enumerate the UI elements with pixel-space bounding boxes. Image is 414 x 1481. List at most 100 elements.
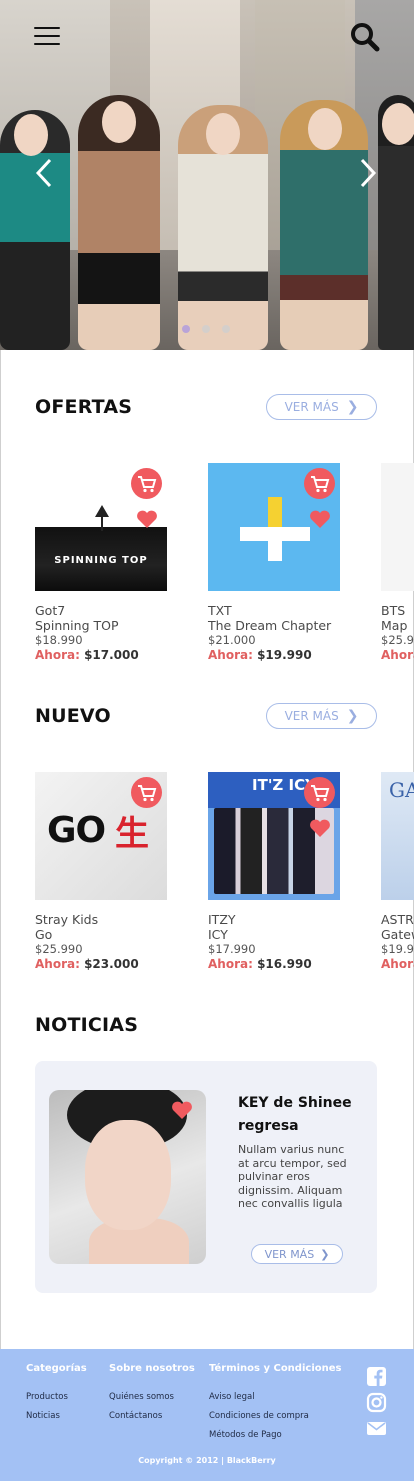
- product-card[interactable]: BTS Map $25.9 Ahora: [381, 463, 414, 663]
- cart-icon: [137, 475, 156, 492]
- nuevo-ver-mas-button[interactable]: VER MÁS ❯: [266, 703, 377, 729]
- product-artist: TXT: [208, 603, 232, 618]
- product-sale: Ahora: $23.000: [35, 957, 167, 972]
- ofertas-product-list[interactable]: SPINNING TOP Got7 Spinning TOP $18.990 A…: [0, 463, 414, 693]
- news-card[interactable]: KEY de Shinee regresa Nullam varius nunc…: [35, 1061, 377, 1293]
- product-card[interactable]: GO 生 Stray Kids Go $25.990 Ahora: $23.00…: [35, 772, 167, 972]
- cart-icon: [310, 784, 329, 801]
- mail-icon[interactable]: [366, 1418, 387, 1439]
- footer-column-sobre-nosotros: Sobre nosotros Quiénes somos Contáctanos: [109, 1363, 195, 1426]
- carousel-dot[interactable]: [182, 325, 190, 333]
- instagram-icon[interactable]: [366, 1392, 387, 1413]
- footer-heading: Términos y Condiciones: [209, 1363, 342, 1374]
- product-sale: Ahora: $16.990: [208, 957, 340, 972]
- product-sale: Ahora: $19.990: [208, 648, 340, 663]
- product-card[interactable]: TXT The Dream Chapter $21.000 Ahora: $19…: [208, 463, 340, 663]
- product-price: $18.990: [35, 633, 83, 647]
- sale-label: Ahora:: [208, 957, 253, 971]
- carousel-next-arrow-icon[interactable]: [356, 156, 380, 190]
- add-to-cart-button[interactable]: [131, 777, 162, 808]
- carousel-dot[interactable]: [222, 325, 230, 333]
- hero-photo-person: [280, 100, 368, 350]
- ver-mas-label: VER MÁS: [264, 1247, 315, 1261]
- chevron-right-icon: ❯: [320, 1247, 330, 1261]
- product-price: $21.000: [208, 633, 256, 647]
- sale-price: $17.000: [84, 648, 139, 662]
- hero-carousel[interactable]: [0, 0, 414, 350]
- sale-label: Ahora:: [208, 648, 253, 662]
- hamburger-menu-icon[interactable]: [34, 27, 60, 47]
- add-to-cart-button[interactable]: [304, 777, 335, 808]
- cover-symbol: 生: [115, 814, 149, 854]
- product-album: Spinning TOP: [35, 618, 119, 633]
- section-title-noticias: NOTICIAS: [35, 1014, 139, 1036]
- product-card[interactable]: GA ASTRO Gatew $19.99 Ahora: [381, 772, 414, 972]
- product-info: ITZY ICY $17.990 Ahora: $16.990: [208, 912, 340, 972]
- facebook-icon[interactable]: [366, 1366, 387, 1387]
- hero-photo-person: [78, 95, 160, 350]
- favorite-heart-icon[interactable]: [309, 509, 331, 529]
- chevron-right-icon: ❯: [346, 708, 359, 724]
- product-card[interactable]: IT'Z ICY ITZY ICY $17.990 Ahora: $16.990: [208, 772, 340, 972]
- album-cover[interactable]: SPINNING TOP: [35, 463, 167, 591]
- sale-label: Ahora:: [35, 648, 80, 662]
- product-info: Got7 Spinning TOP $18.990 Ahora: $17.000: [35, 603, 167, 663]
- product-info: ASTRO Gatew $19.99 Ahora: [381, 912, 414, 972]
- add-to-cart-button[interactable]: [131, 468, 162, 499]
- footer: Categorías Productos Noticias Sobre noso…: [0, 1349, 414, 1481]
- footer-link-condiciones-compra[interactable]: Condiciones de compra: [209, 1407, 341, 1426]
- section-title-nuevo: NUEVO: [35, 705, 111, 727]
- product-card[interactable]: SPINNING TOP Got7 Spinning TOP $18.990 A…: [35, 463, 167, 663]
- news-ver-mas-button[interactable]: VER MÁS ❯: [251, 1244, 343, 1264]
- copyright-text: Copyright © 2012 | BlackBerry: [138, 1456, 276, 1465]
- carousel-dot[interactable]: [202, 325, 210, 333]
- product-album: Map: [381, 618, 408, 633]
- footer-link-contactanos[interactable]: Contáctanos: [109, 1407, 195, 1426]
- product-album: Go: [35, 927, 53, 942]
- album-cover[interactable]: [208, 463, 340, 591]
- product-info: Stray Kids Go $25.990 Ahora: $23.000: [35, 912, 167, 972]
- cover-shape: [268, 497, 282, 527]
- cart-icon: [137, 784, 156, 801]
- album-cover[interactable]: GO 生: [35, 772, 167, 900]
- search-icon[interactable]: [350, 22, 380, 52]
- product-album: Gatew: [381, 927, 414, 942]
- favorite-heart-icon[interactable]: [309, 818, 331, 838]
- favorite-heart-icon[interactable]: [136, 509, 158, 529]
- favorite-heart-icon[interactable]: [171, 1100, 193, 1120]
- product-info: BTS Map $25.9 Ahora: [381, 603, 414, 663]
- product-artist: Got7: [35, 603, 66, 618]
- hero-photo-person: [378, 95, 414, 350]
- product-sale: Ahora: [381, 957, 414, 972]
- sale-price: $19.990: [257, 648, 312, 662]
- product-album: The Dream Chapter: [208, 618, 332, 633]
- footer-heading: Categorías: [26, 1363, 87, 1374]
- sale-label: Ahora:: [35, 957, 80, 971]
- news-image[interactable]: [49, 1090, 206, 1264]
- carousel-prev-arrow-icon[interactable]: [32, 156, 56, 190]
- nuevo-product-list[interactable]: GO 生 Stray Kids Go $25.990 Ahora: $23.00…: [0, 772, 414, 1002]
- add-to-cart-button[interactable]: [304, 468, 335, 499]
- cover-text: GO: [47, 810, 106, 851]
- product-artist: Stray Kids: [35, 912, 99, 927]
- footer-link-aviso-legal[interactable]: Aviso legal: [209, 1388, 341, 1407]
- sale-label: Ahora: [381, 957, 414, 971]
- footer-link-metodos-pago[interactable]: Métodos de Pago: [209, 1426, 341, 1445]
- album-cover[interactable]: GA: [381, 772, 414, 900]
- album-cover[interactable]: [381, 463, 414, 591]
- album-cover[interactable]: IT'Z ICY: [208, 772, 340, 900]
- carousel-dots: [182, 325, 230, 333]
- news-body: Nullam varius nunc at arcu tempor, sed p…: [238, 1143, 347, 1210]
- cover-text: GA: [389, 778, 414, 802]
- ofertas-ver-mas-button[interactable]: VER MÁS ❯: [266, 394, 377, 420]
- footer-link-noticias[interactable]: Noticias: [26, 1407, 87, 1426]
- footer-link-quienes-somos[interactable]: Quiénes somos: [109, 1388, 195, 1407]
- hero-photo-person: [0, 110, 70, 350]
- product-sale: Ahora: [381, 648, 414, 663]
- sale-price: $23.000: [84, 957, 139, 971]
- footer-link-productos[interactable]: Productos: [26, 1388, 87, 1407]
- product-artist: ITZY: [208, 912, 236, 927]
- cart-icon: [310, 475, 329, 492]
- product-artist: ASTRO: [381, 912, 414, 927]
- section-title-ofertas: OFERTAS: [35, 396, 133, 418]
